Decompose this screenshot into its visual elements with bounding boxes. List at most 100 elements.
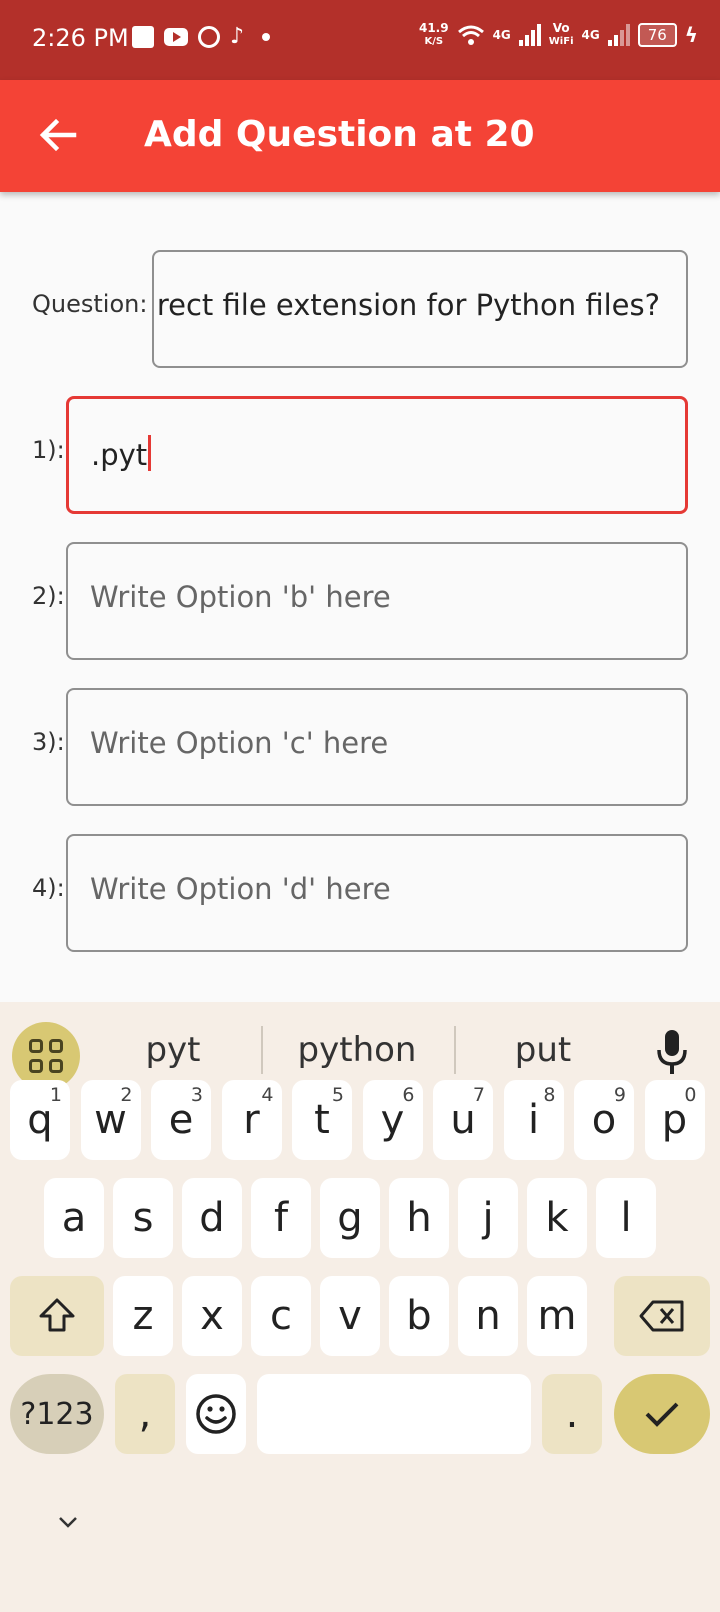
option-d-label: 4): <box>32 874 65 902</box>
volte-top: Vo <box>552 21 570 35</box>
square-notification-icon <box>132 26 154 48</box>
status-bar: 2:26 PM ♪ 41.9 K/S 4G Vo WiFi 4G 76 ϟ <box>0 0 720 80</box>
key-d[interactable]: d <box>182 1178 242 1258</box>
key-label: l <box>620 1195 632 1241</box>
volte-bottom: WiFi <box>548 36 574 47</box>
chevron-down-icon[interactable] <box>56 1510 80 1534</box>
key-label: z <box>132 1293 154 1339</box>
done-key[interactable] <box>614 1374 710 1454</box>
option-b-placeholder: Write Option 'b' here <box>90 580 391 614</box>
key-k[interactable]: k <box>527 1178 587 1258</box>
question-input[interactable]: rect file extension for Python files? <box>152 250 688 368</box>
key-label: i <box>527 1097 540 1143</box>
question-input-text: rect file extension for Python files? <box>156 288 660 322</box>
key-u[interactable]: u7 <box>433 1080 493 1160</box>
key-n[interactable]: n <box>458 1276 518 1356</box>
key-o[interactable]: o9 <box>574 1080 634 1160</box>
system-icons: 41.9 K/S 4G Vo WiFi 4G 76 ϟ <box>419 22 698 48</box>
option-d-input[interactable]: Write Option 'd' here <box>66 834 688 952</box>
key-label: x <box>200 1293 224 1339</box>
net-speed-value: 41.9 <box>418 21 449 35</box>
key-label: j <box>482 1195 494 1241</box>
emoji-key[interactable] <box>186 1374 246 1454</box>
suggestion-divider <box>261 1026 263 1074</box>
network-type-2: 4G <box>581 28 600 42</box>
key-z[interactable]: z <box>113 1276 173 1356</box>
key-hint: 3 <box>190 1084 203 1106</box>
key-w[interactable]: w2 <box>80 1080 141 1160</box>
key-label: h <box>406 1195 432 1241</box>
key-y[interactable]: y6 <box>362 1080 423 1160</box>
key-b[interactable]: b <box>389 1276 449 1356</box>
key-label: p <box>661 1097 688 1143</box>
key-label: n <box>475 1293 501 1339</box>
key-t[interactable]: t5 <box>292 1080 352 1160</box>
key-c[interactable]: c <box>251 1276 311 1356</box>
tiktok-icon: ♪ <box>230 24 245 49</box>
key-label: y <box>380 1097 405 1143</box>
key-label: b <box>406 1293 432 1339</box>
key-h[interactable]: h <box>389 1178 449 1258</box>
option-a-input[interactable]: .pyt <box>66 396 688 514</box>
signal-icon <box>607 24 630 46</box>
key-label: a <box>61 1195 87 1241</box>
microphone-icon[interactable] <box>656 1028 688 1076</box>
dot-icon <box>262 33 271 41</box>
youtube-icon <box>164 28 188 46</box>
key-x[interactable]: x <box>182 1276 242 1356</box>
backspace-key[interactable] <box>614 1276 710 1356</box>
key-label: f <box>273 1195 289 1241</box>
app-bar: Add Question at 20 <box>0 80 720 192</box>
key-m[interactable]: m <box>527 1276 587 1356</box>
key-label: v <box>338 1293 362 1339</box>
option-c-input[interactable]: Write Option 'c' here <box>66 688 688 806</box>
key-hint: 5 <box>331 1084 344 1106</box>
comma-key[interactable]: , <box>115 1374 175 1454</box>
key-label: c <box>270 1293 292 1339</box>
charging-icon: ϟ <box>684 23 698 47</box>
key-hint: 9 <box>613 1084 626 1106</box>
key-a[interactable]: a <box>44 1178 104 1258</box>
text-caret <box>148 435 152 471</box>
option-b-label: 2): <box>32 582 65 610</box>
option-a-label: 1): <box>32 436 65 464</box>
key-q[interactable]: q1 <box>10 1080 70 1160</box>
key-e[interactable]: e3 <box>151 1080 211 1160</box>
key-i[interactable]: i8 <box>503 1080 564 1160</box>
key-j[interactable]: j <box>458 1178 518 1258</box>
network-type-1: 4G <box>492 28 511 42</box>
key-l[interactable]: l <box>596 1178 656 1258</box>
option-a-value: .pyt <box>91 438 148 472</box>
emoji-icon <box>196 1394 236 1434</box>
back-arrow-icon[interactable] <box>34 110 84 160</box>
key-s[interactable]: s <box>113 1178 173 1258</box>
suggestion-2[interactable]: python <box>272 1030 442 1070</box>
shift-arrow-icon <box>39 1298 75 1332</box>
key-r[interactable]: r4 <box>221 1080 282 1160</box>
key-g[interactable]: g <box>320 1178 380 1258</box>
key-hint: 8 <box>543 1084 556 1106</box>
space-key[interactable] <box>257 1374 531 1454</box>
suggestion-3[interactable]: put <box>458 1030 628 1070</box>
symbols-key[interactable]: ?123 <box>10 1374 104 1454</box>
net-speed-unit: K/S <box>424 36 444 47</box>
key-label: r <box>243 1097 260 1143</box>
key-p[interactable]: p0 <box>644 1080 705 1160</box>
option-c-placeholder: Write Option 'c' here <box>90 726 389 760</box>
volte-indicator: Vo WiFi <box>549 22 574 48</box>
shift-key[interactable] <box>10 1276 104 1356</box>
question-label: Question: <box>32 290 148 318</box>
suggestion-1[interactable]: pyt <box>88 1030 258 1070</box>
option-d-placeholder: Write Option 'd' here <box>90 872 391 906</box>
net-speed: 41.9 K/S <box>419 22 449 48</box>
key-v[interactable]: v <box>320 1276 380 1356</box>
battery-icon: 76 <box>637 23 677 47</box>
key-f[interactable]: f <box>251 1178 311 1258</box>
key-hint: 7 <box>472 1084 485 1106</box>
page-title: Add Question at 20 <box>144 114 535 155</box>
key-hint: 6 <box>402 1084 415 1106</box>
period-key[interactable]: . <box>542 1374 602 1454</box>
option-b-input[interactable]: Write Option 'b' here <box>66 542 688 660</box>
key-hint: 2 <box>120 1084 133 1106</box>
option-a-text: .pyt <box>91 435 152 472</box>
